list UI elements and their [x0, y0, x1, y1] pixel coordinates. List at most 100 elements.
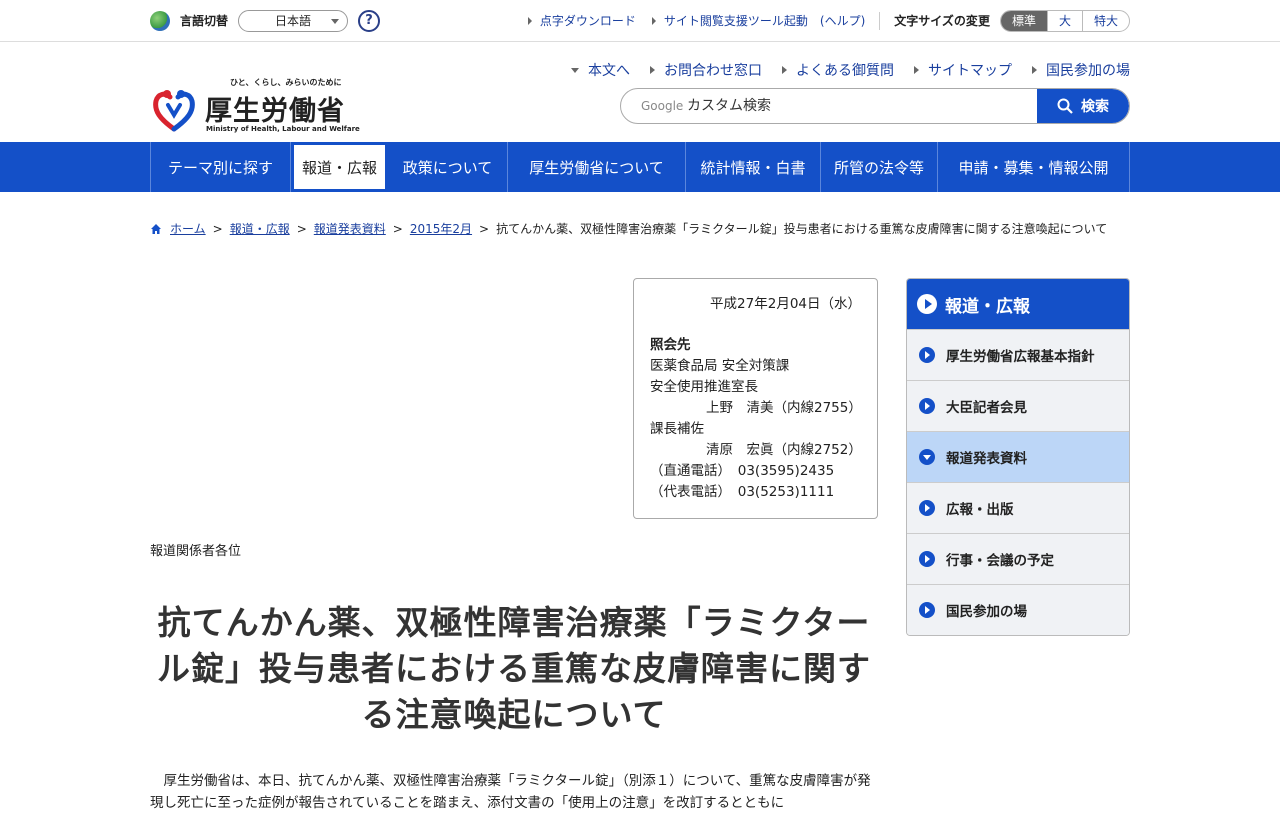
nav-applications[interactable]: 申請・募集・情報公開 [938, 142, 1130, 192]
sidebar-item-label: 行事・会議の予定 [946, 553, 1054, 569]
arrow-right-icon [919, 347, 935, 363]
triangle-right-icon [1032, 66, 1037, 74]
sidebar-item-label: 厚生労働省広報基本指針 [946, 349, 1095, 365]
public-participation-link[interactable]: 国民参加の場 [1032, 60, 1130, 80]
triangle-right-icon [914, 66, 919, 74]
global-nav: テーマ別に探す 報道・広報 政策について 厚生労働省について 統計情報・白書 所… [0, 142, 1280, 192]
sidebar-item-publications[interactable]: 広報・出版 [907, 482, 1129, 533]
link-label: 国民参加の場 [1046, 63, 1130, 79]
language-switcher: 言語切替 日本語 ? [150, 9, 381, 32]
language-label: 言語切替 [180, 14, 229, 28]
sidebar-item-label: 大臣記者会見 [946, 400, 1027, 416]
faq-link[interactable]: よくある御質問 [782, 60, 894, 80]
nav-press[interactable]: 報道・広報 [291, 142, 388, 192]
link-label: お問合わせ窓口 [664, 63, 762, 79]
breadcrumb-separator: > [212, 221, 223, 236]
link-label: サイト閲覧支援ツール起動 (ヘルプ) [663, 14, 866, 28]
globe-icon [150, 10, 170, 31]
sidebar-item-label: 広報・出版 [946, 502, 1014, 518]
font-size-label: 文字サイズの変更 [894, 14, 990, 28]
braille-download-link[interactable]: 点字ダウンロード [527, 12, 636, 29]
contact-heading: 照会先 [650, 337, 691, 353]
sidebar-item-press-conference[interactable]: 大臣記者会見 [907, 380, 1129, 431]
triangle-right-icon [782, 66, 787, 74]
help-button[interactable]: ? [358, 9, 381, 32]
nav-about[interactable]: 厚生労働省について [508, 142, 686, 192]
nav-statistics[interactable]: 統計情報・白書 [686, 142, 821, 192]
font-size-large-button[interactable]: 大 [1046, 10, 1082, 31]
contact-direct-phone: （直通電話） 03(3595)2435 [650, 463, 835, 479]
contact-main-phone: （代表電話） 03(5253)1111 [650, 484, 835, 500]
nav-policy[interactable]: 政策について [388, 142, 508, 192]
mhlw-logo-icon [153, 90, 195, 132]
sidebar-item-label: 報道発表資料 [946, 451, 1027, 467]
release-date: 平成27年2月04日（水） [710, 296, 861, 312]
sidebar-item-participation[interactable]: 国民参加の場 [907, 584, 1129, 635]
page-title: 抗てんかん薬、双極性障害治療薬「ラミクタール錠」投与患者における重篤な皮膚障害に… [157, 603, 871, 734]
search-input[interactable] [621, 89, 1037, 123]
header-links: 本文へ お問合わせ窓口 よくある御質問 サイトマップ 国民参加の場 [551, 60, 1130, 80]
search-icon [1057, 98, 1073, 114]
arrow-right-icon [919, 551, 935, 567]
breadcrumb-press-releases[interactable]: 報道発表資料 [314, 220, 386, 237]
sidebar-item-label: 国民参加の場 [946, 604, 1027, 620]
breadcrumb-press[interactable]: 報道・広報 [230, 220, 290, 237]
site-header: ひと、くらし、みらいのために 厚生労働省 Ministry of Health,… [0, 42, 1280, 142]
divider [879, 11, 881, 30]
sidebar-item-events[interactable]: 行事・会議の予定 [907, 533, 1129, 584]
search-button[interactable]: 検索 [1037, 89, 1129, 123]
sidebar-heading[interactable]: 報道・広報 [907, 279, 1129, 329]
link-label: サイトマップ [928, 63, 1012, 79]
font-size-standard-button[interactable]: 標準 [1000, 10, 1047, 31]
sidebar-nav: 報道・広報 厚生労働省広報基本指針 大臣記者会見 報道発表資料 広報・出版 行事… [906, 278, 1130, 636]
breadcrumb-month[interactable]: 2015年2月 [410, 220, 472, 237]
arrow-down-icon [919, 449, 935, 465]
sitemap-link[interactable]: サイトマップ [914, 60, 1012, 80]
font-size-xlarge-button[interactable]: 特大 [1081, 10, 1129, 31]
contact-box: 平成27年2月04日（水） 照会先 医薬食品局 安全対策課 安全使用推進室長 上… [633, 278, 878, 519]
contact-link[interactable]: お問合わせ窓口 [650, 60, 762, 80]
accessibility-tool-link[interactable]: サイト閲覧支援ツール起動 (ヘルプ) [651, 12, 866, 29]
arrow-right-icon [919, 602, 935, 618]
sidebar-heading-label: 報道・広報 [945, 296, 1030, 317]
logo-name: 厚生労働省 [205, 96, 345, 127]
nav-laws[interactable]: 所管の法令等 [821, 142, 938, 192]
arrow-right-icon [919, 398, 935, 414]
nav-theme[interactable]: テーマ別に探す [151, 142, 291, 192]
contact-person: 清原 宏眞（内線2752） [706, 442, 862, 458]
breadcrumb-current: 抗てんかん薬、双極性障害治療薬「ラミクタール錠」投与患者における重篤な皮膚障害に… [496, 222, 1108, 236]
contact-department: 医薬食品局 安全対策課 [650, 358, 790, 374]
utility-bar: 言語切替 日本語 ? 点字ダウンロード サイト閲覧支援ツール起動 (ヘルプ) 文… [0, 0, 1280, 42]
contact-person: 上野 清美（内線2755） [706, 400, 862, 416]
language-select[interactable]: 日本語 [238, 9, 349, 32]
arrow-right-icon [919, 500, 935, 516]
breadcrumb-separator: > [392, 221, 403, 236]
search-button-label: 検索 [1081, 99, 1109, 115]
skip-to-content-link[interactable]: 本文へ [571, 60, 630, 80]
breadcrumb-separator: > [479, 221, 490, 236]
body-paragraph: 厚生労働省は、本日、抗てんかん薬、双極性障害治療薬「ラミクタール錠」（別添１）に… [150, 773, 871, 811]
language-value: 日本語 [275, 14, 312, 28]
chevron-down-icon [331, 18, 340, 24]
sidebar-item-pr-policy[interactable]: 厚生労働省広報基本指針 [907, 329, 1129, 380]
home-icon [151, 223, 161, 234]
triangle-right-icon [651, 16, 656, 25]
link-label: よくある御質問 [796, 63, 894, 79]
breadcrumb-separator: > [296, 221, 307, 236]
addressee: 報道関係者各位 [150, 544, 242, 559]
triangle-down-icon [571, 67, 579, 73]
logo-english: Ministry of Health, Labour and Welfare [206, 125, 360, 133]
contact-role: 課長補佐 [650, 421, 704, 437]
triangle-right-icon [650, 66, 655, 74]
logo-tagline: ひと、くらし、みらいのために [230, 78, 342, 87]
triangle-right-icon [527, 16, 532, 25]
site-logo[interactable]: ひと、くらし、みらいのために 厚生労働省 Ministry of Health,… [150, 77, 360, 137]
link-label: 本文へ [588, 63, 630, 79]
site-search: Google 検索 [620, 88, 1130, 124]
sidebar-item-press-releases[interactable]: 報道発表資料 [907, 431, 1129, 482]
breadcrumb-home[interactable]: ホーム [170, 220, 206, 237]
arrow-right-icon [917, 294, 937, 314]
link-label: 点字ダウンロード [539, 14, 636, 28]
contact-role: 安全使用推進室長 [650, 379, 758, 395]
font-size-control: 文字サイズの変更 標準 大 特大 [894, 9, 1130, 32]
